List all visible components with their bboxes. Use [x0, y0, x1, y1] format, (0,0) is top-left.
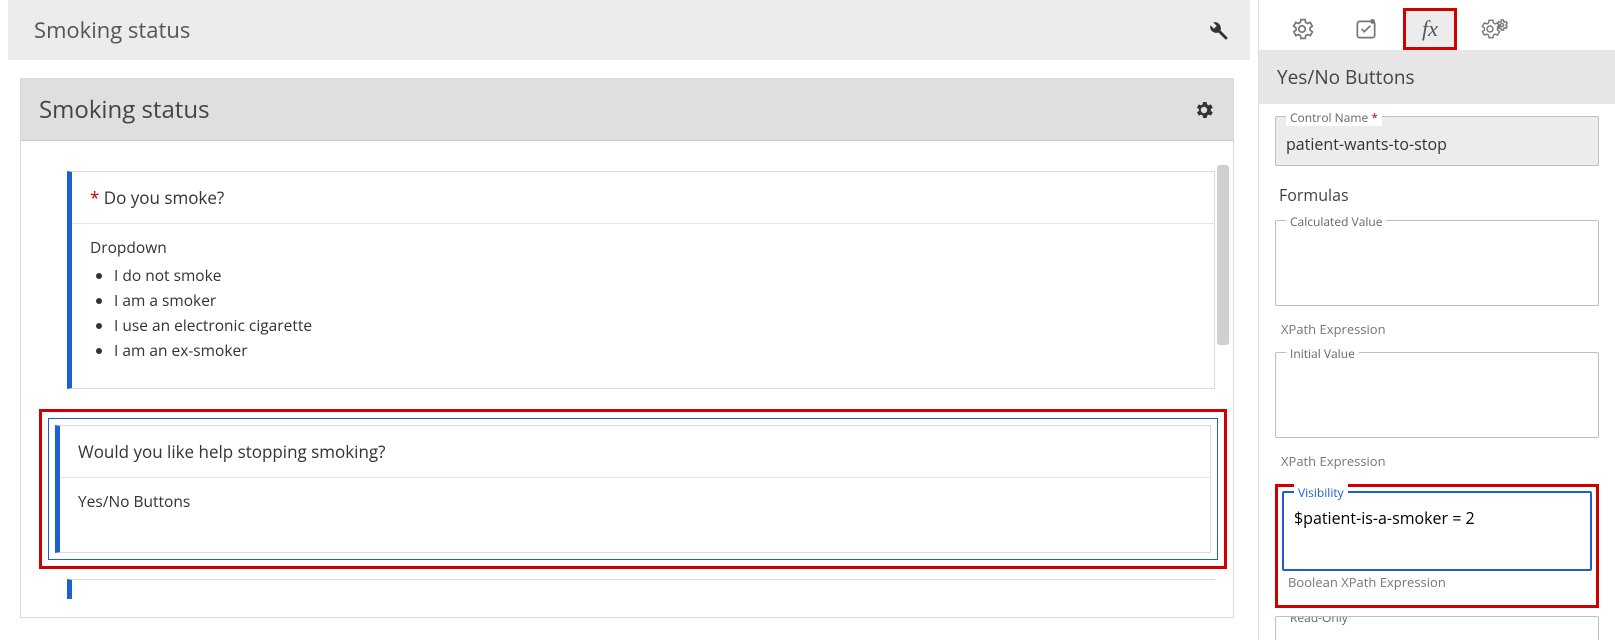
- initial-value-label: Initial Value: [1286, 345, 1359, 362]
- main-editor: Smoking status Smoking status: [0, 0, 1258, 640]
- form-section: Smoking status * Do you smoke? Dropdown: [20, 78, 1234, 618]
- control-name-field[interactable]: Control Name *: [1275, 116, 1599, 166]
- question-2-highlight: Would you like help stopping smoking? Ye…: [39, 409, 1227, 569]
- control-name-input[interactable]: [1286, 133, 1588, 155]
- visibility-input[interactable]: [1294, 507, 1580, 529]
- question-1-text: Do you smoke?: [104, 186, 224, 209]
- xpath-helper-1: XPath Expression: [1281, 320, 1595, 338]
- question-1-options: I do not smoke I am a smoker I use an el…: [114, 264, 1196, 361]
- calculated-value-label: Calculated Value: [1286, 213, 1386, 230]
- tab-formulas[interactable]: fx: [1403, 8, 1457, 50]
- xpath-helper-2: XPath Expression: [1281, 452, 1595, 470]
- section-header: Smoking status: [21, 79, 1233, 141]
- question-2-label: Would you like help stopping smoking?: [60, 426, 1210, 478]
- section-title: Smoking status: [39, 93, 210, 126]
- visibility-highlight: Visibility Boolean XPath Expression: [1275, 484, 1599, 608]
- list-item: I use an electronic cigarette: [114, 314, 1196, 336]
- readonly-field-partial[interactable]: Read-Only: [1275, 616, 1599, 640]
- control-name-label: Control Name *: [1286, 109, 1382, 126]
- question-2-body: Yes/No Buttons: [60, 478, 1210, 552]
- readonly-label: Read-Only: [1286, 616, 1352, 626]
- visibility-label: Visibility: [1294, 484, 1348, 501]
- visibility-field[interactable]: Visibility: [1282, 491, 1592, 571]
- tab-advanced[interactable]: [1467, 8, 1521, 50]
- initial-value-field[interactable]: Initial Value: [1275, 352, 1599, 438]
- question-2-selection: Would you like help stopping smoking? Ye…: [48, 418, 1218, 560]
- page-header: Smoking status: [8, 0, 1250, 60]
- formulas-section-label: Formulas: [1279, 184, 1595, 206]
- question-block-2[interactable]: Would you like help stopping smoking? Ye…: [55, 425, 1211, 553]
- gear-icon[interactable]: [1193, 99, 1215, 121]
- fx-icon: fx: [1422, 16, 1438, 42]
- list-item: I do not smoke: [114, 264, 1196, 286]
- boolean-xpath-helper: Boolean XPath Expression: [1288, 573, 1588, 591]
- required-marker: *: [90, 186, 99, 209]
- calculated-value-input[interactable]: [1286, 237, 1588, 281]
- list-item: I am an ex-smoker: [114, 339, 1196, 361]
- question-1-body: Dropdown I do not smoke I am a smoker I …: [72, 224, 1214, 388]
- question-2-type: Yes/No Buttons: [78, 490, 1192, 512]
- question-1-label: * Do you smoke?: [72, 172, 1214, 224]
- side-tabs: fx: [1259, 0, 1615, 50]
- calculated-value-field[interactable]: Calculated Value: [1275, 220, 1599, 306]
- properties-title: Yes/No Buttons: [1259, 50, 1615, 104]
- initial-value-input[interactable]: [1286, 369, 1588, 413]
- page-title: Smoking status: [34, 15, 190, 45]
- properties-panel: fx Yes/No Buttons Control Name * Formula…: [1258, 0, 1615, 640]
- tab-settings[interactable]: [1275, 8, 1329, 50]
- list-item: I am a smoker: [114, 289, 1196, 311]
- question-block-1[interactable]: * Do you smoke? Dropdown I do not smoke …: [67, 171, 1215, 389]
- wrench-icon[interactable]: [1202, 15, 1232, 45]
- question-1-type: Dropdown: [90, 236, 1196, 258]
- tab-validation[interactable]: [1339, 8, 1393, 50]
- question-block-3-partial[interactable]: [67, 579, 1215, 599]
